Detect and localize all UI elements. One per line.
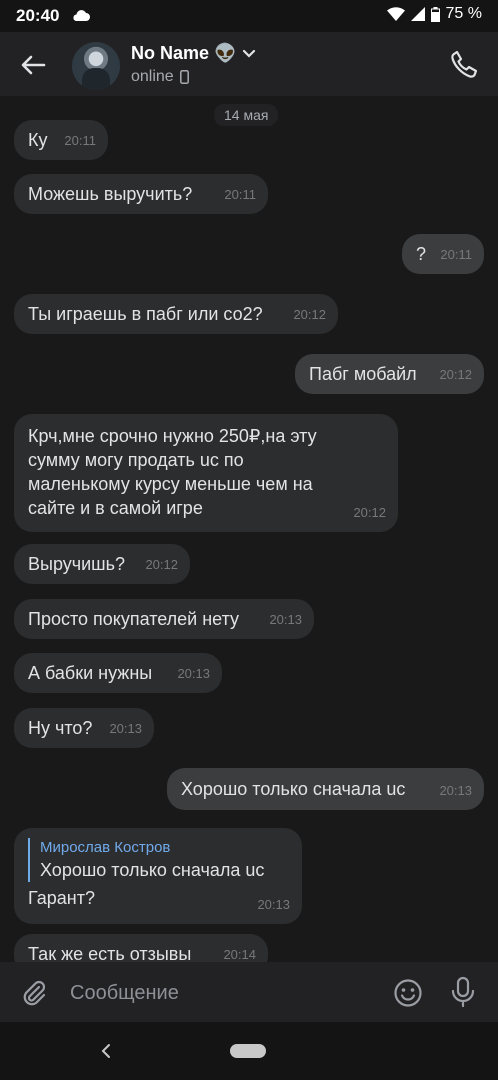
battery-percent: 75 %: [445, 5, 482, 22]
message-time: 20:11: [224, 187, 256, 202]
message-bubble[interactable]: Так же есть отзывы 20:14: [14, 934, 268, 962]
message-bubble[interactable]: Выручишь? 20:12: [14, 544, 190, 584]
message-time: 20:14: [223, 947, 256, 962]
message-bubble-reply[interactable]: Мирослав Костров Хорошо только сначала u…: [14, 828, 302, 924]
cloud-icon: [73, 10, 90, 21]
message-list[interactable]: 14 мая Ку 20:11 Можешь выручить? 20:11 ?…: [0, 96, 498, 962]
contact-name-row[interactable]: No Name 👽: [131, 43, 256, 64]
message-text: Ты играешь в пабг или со2?: [28, 304, 263, 324]
message-text: Так же есть отзывы: [28, 944, 192, 962]
mobile-icon: [179, 70, 189, 84]
message-text: Можешь выручить?: [28, 184, 193, 204]
battery-icon: [430, 6, 440, 22]
message-text: Крч,мне срочно нужно 250₽,на эту сумму м…: [28, 426, 317, 518]
message-time: 20:13: [439, 783, 472, 798]
message-bubble-outgoing[interactable]: Хорошо только сначала uc 20:13: [167, 768, 484, 810]
status-time: 20:40: [16, 6, 60, 25]
message-text: Ну что?: [28, 718, 93, 738]
message-time: 20:13: [177, 666, 210, 681]
message-composer: [0, 962, 498, 1022]
nav-back-icon[interactable]: [98, 1042, 116, 1060]
message-bubble-outgoing[interactable]: ? 20:11: [402, 234, 484, 274]
system-nav-bar: [0, 1022, 498, 1080]
message-time: 20:11: [64, 133, 96, 148]
message-bubble-outgoing[interactable]: Пабг мобайл 20:12: [295, 354, 484, 394]
back-arrow-icon[interactable]: [18, 50, 48, 80]
message-time: 20:13: [109, 721, 142, 736]
reply-author: Мирослав Костров: [40, 839, 171, 856]
message-time: 20:12: [145, 557, 178, 572]
message-bubble[interactable]: Ку 20:11: [14, 120, 108, 160]
chat-header: No Name 👽 online: [0, 32, 498, 96]
message-time: 20:11: [440, 247, 472, 262]
message-input[interactable]: [68, 976, 372, 1010]
message-text: ?: [416, 244, 427, 264]
reply-text: Хорошо только сначала uc: [40, 860, 265, 880]
wifi-icon: [386, 7, 405, 21]
chevron-down-icon[interactable]: [242, 49, 256, 59]
message-time: 20:12: [353, 505, 386, 520]
message-bubble[interactable]: А бабки нужны 20:13: [14, 653, 222, 693]
contact-status: online: [131, 68, 174, 85]
microphone-icon[interactable]: [450, 976, 476, 1008]
paperclip-icon[interactable]: [20, 978, 48, 1006]
message-time: 20:12: [293, 307, 326, 322]
message-bubble[interactable]: Можешь выручить? 20:11: [14, 174, 268, 214]
reply-quote[interactable]: Мирослав Костров Хорошо только сначала u…: [28, 838, 288, 882]
status-indicators: 75 %: [386, 5, 482, 23]
phone-icon[interactable]: [448, 48, 480, 80]
message-text: А бабки нужны: [28, 663, 153, 683]
contact-status-row: online: [131, 68, 189, 86]
contact-name: No Name 👽: [131, 43, 237, 63]
message-text: Ку: [28, 130, 48, 150]
message-text: Хорошо только сначала uc: [181, 779, 406, 799]
message-text: Выручишь?: [28, 554, 126, 574]
signal-icon: [410, 7, 425, 21]
message-text: Просто покупателей нету: [28, 609, 240, 629]
nav-home-pill[interactable]: [230, 1044, 266, 1058]
message-bubble[interactable]: Крч,мне срочно нужно 250₽,на эту сумму м…: [14, 414, 398, 532]
message-bubble[interactable]: Просто покупателей нету 20:13: [14, 599, 314, 639]
status-bar: 20:40 75 %: [0, 0, 498, 32]
message-bubble[interactable]: Ну что? 20:13: [14, 708, 154, 748]
message-time: 20:12: [439, 367, 472, 382]
emoji-icon[interactable]: [393, 978, 423, 1008]
message-time: 20:13: [269, 612, 302, 627]
date-separator: 14 мая: [214, 104, 279, 126]
message-text: Гарант?: [28, 888, 95, 908]
message-text: Пабг мобайл: [309, 364, 417, 384]
avatar[interactable]: [72, 42, 120, 90]
message-time: 20:13: [257, 897, 290, 912]
message-bubble[interactable]: Ты играешь в пабг или со2? 20:12: [14, 294, 338, 334]
